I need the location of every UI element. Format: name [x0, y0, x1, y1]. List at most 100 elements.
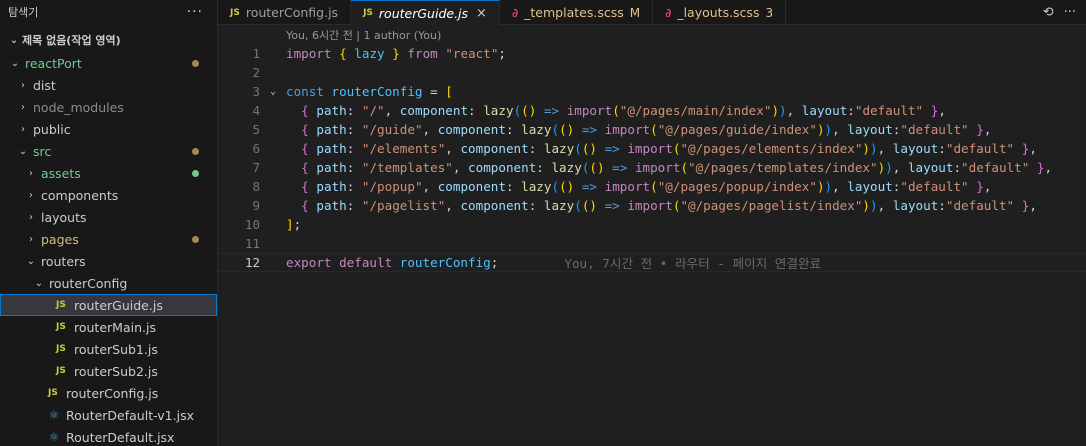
code-text: ]; — [286, 217, 301, 232]
more-actions-icon[interactable]: ··· — [1064, 5, 1076, 20]
tree-item[interactable]: ⌄ routers — [0, 250, 217, 272]
code-token: ) — [816, 122, 825, 137]
code-token: : — [468, 103, 484, 118]
code-token: layout — [907, 160, 954, 175]
code-line[interactable]: 8 { path: "/popup", component: lazy(() =… — [218, 177, 1086, 196]
tree-item[interactable]: › public — [0, 118, 217, 140]
code-token: ) — [824, 122, 833, 137]
code-line[interactable]: 10]; — [218, 215, 1086, 234]
tree-item-label: reactPort — [25, 55, 82, 71]
tree-item[interactable]: ⌄ routerConfig — [0, 272, 217, 294]
tree-item[interactable]: JS routerSub2.js — [0, 360, 217, 382]
code-token: : — [346, 103, 362, 118]
code-token: ) — [870, 141, 878, 156]
code-token: () — [589, 160, 605, 175]
code-token: component — [437, 179, 506, 194]
git-badge: M — [629, 5, 641, 20]
tree-item-label: routerGuide.js — [74, 297, 163, 313]
tree-item-label: RouterDefault.jsx — [66, 429, 175, 445]
code-token: path — [316, 141, 347, 156]
code-token: , — [983, 179, 992, 194]
tree-item[interactable]: ⚛ RouterDefault-v1.jsx — [0, 404, 217, 426]
code-line[interactable]: 4 { path: "/", component: lazy (() => imp… — [218, 101, 1086, 120]
code-line[interactable]: 6 { path: "/elements", component: lazy((… — [218, 139, 1086, 158]
sass-file-icon: ∂ — [665, 5, 672, 20]
code-line[interactable]: 1 import { lazy } from "react"; — [218, 44, 1086, 63]
code-text: { path: "/pagelist", component: lazy(() … — [286, 198, 1037, 213]
tree-item[interactable]: ⚛ RouterDefault.jsx — [0, 426, 217, 446]
tree-item[interactable]: › dist — [0, 74, 217, 96]
tree-item[interactable]: JS routerMain.js — [0, 316, 217, 338]
code-token: , — [384, 103, 400, 118]
code-editor[interactable]: You, 6시간 전 | 1 author (You) 1 import { la… — [218, 25, 1086, 446]
code-line[interactable]: 7 { path: "/templates", component: lazy (… — [218, 158, 1086, 177]
code-token: lazy — [521, 122, 552, 137]
tree-item[interactable]: › pages — [0, 228, 217, 250]
chevron-down-icon: ⌄ — [34, 277, 44, 289]
code-token: "/templates" — [361, 160, 453, 175]
code-token: ) — [771, 103, 780, 118]
code-token: , — [1044, 160, 1053, 175]
tab--layouts-scss[interactable]: ∂ _layouts.scss 3 — [653, 0, 787, 25]
tree-item-label: node_modules — [33, 99, 124, 115]
code-line[interactable]: 2 — [218, 63, 1086, 82]
line-number: 2 — [252, 65, 260, 80]
tree-item[interactable]: JS routerSub1.js — [0, 338, 217, 360]
tab-routerguide-js[interactable]: JS routerGuide.js × — [351, 0, 500, 25]
code-token: lazy — [354, 46, 385, 61]
tree-item-label: components — [41, 187, 119, 203]
code-token: , — [832, 179, 848, 194]
tree-item[interactable]: › assets — [0, 162, 217, 184]
code-line[interactable]: 12 export default routerConfig; You, 7시간 전… — [218, 253, 1086, 272]
tree-item[interactable]: JS routerConfig.js — [0, 382, 217, 404]
code-token: lazy — [551, 160, 582, 175]
code-token: ; — [490, 255, 499, 270]
tree-item[interactable]: ⌄ reactPort — [0, 52, 217, 74]
tree-item-label: assets — [41, 165, 81, 181]
code-token: , — [1029, 141, 1037, 156]
tab-label: _templates.scss — [524, 5, 624, 20]
code-token: "default" — [900, 122, 969, 137]
code-token: path — [316, 179, 347, 194]
tab-routerconfig-js[interactable]: JS routerConfig.js — [218, 0, 352, 25]
code-token: "react" — [445, 46, 499, 61]
tree-item[interactable]: ⌄ src — [0, 140, 217, 162]
code-token: "/guide" — [361, 122, 423, 137]
compare-changes-icon[interactable]: ⟲ — [1043, 5, 1054, 20]
more-actions-icon[interactable]: ··· — [187, 4, 203, 20]
close-icon[interactable]: × — [476, 6, 487, 21]
codelens-blame[interactable]: You, 6시간 전 | 1 author (You) — [286, 27, 441, 43]
tree-item[interactable]: JS routerGuide.js — [0, 294, 217, 316]
code-token: { — [301, 141, 309, 156]
code-token: : — [505, 122, 522, 137]
tree-item[interactable]: › layouts — [0, 206, 217, 228]
code-token: , — [877, 198, 893, 213]
code-line[interactable]: 5 { path: "/guide", component: lazy(() =… — [218, 120, 1086, 139]
code-token: "default" — [900, 179, 969, 194]
workspace-section[interactable]: ⌄ 제목 없음(작업 영역) — [0, 28, 217, 52]
chevron-down-icon: ⌄ — [18, 145, 28, 157]
js-file-icon: JS — [48, 388, 58, 398]
sass-file-icon: ∂ — [511, 5, 519, 20]
code-token: , — [452, 160, 469, 175]
code-token: , — [445, 141, 461, 156]
tree-item-label: RouterDefault-v1.jsx — [66, 407, 194, 423]
code-token: { — [301, 122, 309, 137]
code-line[interactable]: 9 { path: "/pagelist", component: lazy((… — [218, 196, 1086, 215]
code-line[interactable]: 3 ⌄ const routerConfig = [ — [218, 82, 1086, 101]
tree-item[interactable]: › components — [0, 184, 217, 206]
code-token: ( — [551, 179, 560, 194]
code-line[interactable]: 11 — [218, 234, 1086, 253]
tab--templates-scss[interactable]: ∂ _templates.scss M — [500, 0, 654, 25]
fold-chevron-icon[interactable]: ⌄ — [260, 86, 286, 97]
tree-item[interactable]: › node_modules — [0, 96, 217, 118]
tab-label: _layouts.scss — [677, 5, 760, 20]
